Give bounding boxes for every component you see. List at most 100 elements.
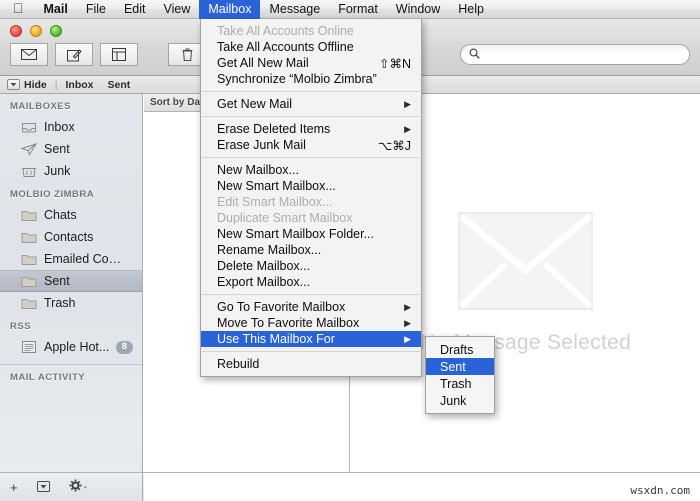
menu-item-new-smart-mailbox-folder[interactable]: New Smart Mailbox Folder...: [201, 226, 421, 242]
menu-separator: [202, 91, 420, 92]
menu-help[interactable]: Help: [449, 0, 493, 19]
sidebar-item-inbox[interactable]: Inbox: [0, 116, 142, 138]
mailbox-sidebar[interactable]: MAILBOXES Inbox Sent Junk MOLBIO ZIMBRA Chats…: [0, 94, 143, 472]
menu-item-label: Edit Smart Mailbox...: [217, 195, 333, 209]
folder-icon: [21, 252, 38, 267]
sidebar-item-contacts[interactable]: Contacts: [0, 226, 142, 248]
menu-item-take-all-accounts-offline[interactable]: Take All Accounts Offline: [201, 39, 421, 55]
menu-item-rebuild[interactable]: Rebuild: [201, 356, 421, 372]
window-traffic-lights: [10, 25, 62, 37]
menu-item-label: Take All Accounts Online: [217, 24, 354, 38]
menu-separator: [202, 116, 420, 117]
menu-window[interactable]: Window: [387, 0, 449, 19]
menu-item-move-to-favorite-mailbox[interactable]: Move To Favorite Mailbox ▶: [201, 315, 421, 331]
menu-item-label: Duplicate Smart Mailbox: [217, 211, 353, 225]
favorite-sent[interactable]: Sent: [108, 79, 131, 91]
menu-item-label: Get New Mail: [217, 97, 293, 111]
submenu-item-sent[interactable]: Sent: [426, 358, 494, 375]
menu-item-get-all-new-mail[interactable]: Get All New Mail ⇧⌘N: [201, 55, 421, 71]
menu-file[interactable]: File: [77, 0, 115, 19]
gear-caret: -: [83, 481, 87, 493]
close-button[interactable]: [10, 25, 22, 37]
sidebar-item-chats[interactable]: Chats: [0, 204, 142, 226]
menu-item-label: Erase Deleted Items: [217, 122, 331, 136]
menu-item-new-mailbox[interactable]: New Mailbox...: [201, 162, 421, 178]
submenu-arrow-icon: ▶: [404, 98, 411, 109]
menu-separator: [202, 157, 420, 158]
folder-icon: [21, 274, 38, 289]
large-envelope-icon: [458, 211, 593, 313]
submenu-item-label: Trash: [440, 376, 472, 391]
gear-icon: [69, 479, 82, 495]
menu-item-use-this-mailbox-for[interactable]: Use This Mailbox For ▶: [201, 331, 421, 347]
menu-item-label: New Smart Mailbox Folder...: [217, 227, 374, 241]
sidebar-section-header: MOLBIO ZIMBRA: [10, 189, 95, 200]
menu-mail[interactable]: Mail: [35, 0, 77, 19]
menu-edit[interactable]: Edit: [115, 0, 155, 19]
triangle-down-box-icon[interactable]: [36, 480, 50, 495]
search-field[interactable]: [460, 44, 690, 65]
menu-item-synchronize-molbio-zimbra[interactable]: Synchronize “Molbio Zimbra”: [201, 71, 421, 87]
apple-menu-icon[interactable]: : [9, 1, 35, 17]
hide-sidebar-button[interactable]: Hide: [7, 79, 47, 91]
sidebar-section-header: RSS: [10, 321, 32, 332]
submenu-item-junk[interactable]: Junk: [426, 392, 494, 409]
menu-item-label: New Smart Mailbox...: [217, 179, 336, 193]
use-this-mailbox-for-submenu[interactable]: Drafts Sent Trash Junk: [425, 336, 495, 414]
menu-item-erase-deleted-items[interactable]: Erase Deleted Items ▶: [201, 121, 421, 137]
envelope-icon: [21, 49, 37, 60]
search-input[interactable]: [485, 48, 675, 61]
sidebar-item-sent[interactable]: Sent: [0, 270, 142, 292]
menu-item-rename-mailbox[interactable]: Rename Mailbox...: [201, 242, 421, 258]
zoom-button[interactable]: [50, 25, 62, 37]
menu-item-go-to-favorite-mailbox[interactable]: Go To Favorite Mailbox ▶: [201, 299, 421, 315]
add-mailbox-button[interactable]: +: [10, 480, 18, 495]
menu-mailbox[interactable]: Mailbox: [199, 0, 261, 19]
submenu-item-label: Sent: [440, 359, 466, 374]
junk-bin-icon: [21, 164, 38, 179]
menu-item-label: New Mailbox...: [217, 163, 299, 177]
submenu-arrow-icon: ▶: [404, 317, 411, 328]
sidebar-unread-badge: 8: [115, 340, 133, 354]
sidebar-item-junk[interactable]: Junk: [0, 160, 142, 182]
folder-icon: [21, 208, 38, 223]
status-bar: + -: [0, 472, 700, 501]
menu-item-erase-junk-mail[interactable]: Erase Junk Mail ⌥⌘J: [201, 137, 421, 153]
sidebar-item-label: Apple Hot...: [44, 340, 110, 354]
sidebar-item-sent[interactable]: Sent: [0, 138, 142, 160]
menu-item-shortcut: ⇧⌘N: [378, 56, 411, 71]
menu-separator: [202, 294, 420, 295]
minimize-button[interactable]: [30, 25, 42, 37]
submenu-item-trash[interactable]: Trash: [426, 375, 494, 392]
menu-item-label: Rename Mailbox...: [217, 243, 322, 257]
menu-item-delete-mailbox[interactable]: Delete Mailbox...: [201, 258, 421, 274]
window-pane-icon: [112, 48, 126, 61]
menu-view[interactable]: View: [155, 0, 200, 19]
sidebar-item-apple-hot[interactable]: Apple Hot... 8: [0, 336, 142, 358]
menu-item-get-new-mail[interactable]: Get New Mail ▶: [201, 96, 421, 112]
sidebar-item-trash[interactable]: Trash: [0, 292, 142, 314]
menu-item-take-all-accounts-online: Take All Accounts Online: [201, 23, 421, 39]
get-mail-button[interactable]: [10, 43, 48, 66]
mailbox-actions-button[interactable]: -: [69, 479, 87, 495]
compose-button[interactable]: [55, 43, 93, 66]
menu-bar:  MailFileEditViewMailboxMessageFormatWi…: [0, 0, 700, 19]
mailbox-dropdown-menu[interactable]: Take All Accounts Online Take All Account…: [200, 19, 422, 377]
menu-item-label: Get All New Mail: [217, 56, 309, 70]
paper-plane-icon: [21, 142, 38, 157]
menu-item-new-smart-mailbox[interactable]: New Smart Mailbox...: [201, 178, 421, 194]
sidebar-item-emailed-contacts[interactable]: Emailed Contacts: [0, 248, 142, 270]
menu-item-label: Go To Favorite Mailbox: [217, 300, 346, 314]
submenu-item-drafts[interactable]: Drafts: [426, 341, 494, 358]
menu-item-label: Use This Mailbox For: [217, 332, 335, 346]
menu-item-duplicate-smart-mailbox: Duplicate Smart Mailbox: [201, 210, 421, 226]
menu-item-label: Export Mailbox...: [217, 275, 311, 289]
menu-message[interactable]: Message: [260, 0, 329, 19]
favorite-inbox[interactable]: Inbox: [66, 79, 94, 91]
search-icon: [469, 47, 480, 62]
menu-item-export-mailbox[interactable]: Export Mailbox...: [201, 274, 421, 290]
reading-pane-button[interactable]: [100, 43, 138, 66]
menu-format[interactable]: Format: [329, 0, 387, 19]
menu-item-label: Move To Favorite Mailbox: [217, 316, 360, 330]
folder-icon: [21, 230, 38, 245]
